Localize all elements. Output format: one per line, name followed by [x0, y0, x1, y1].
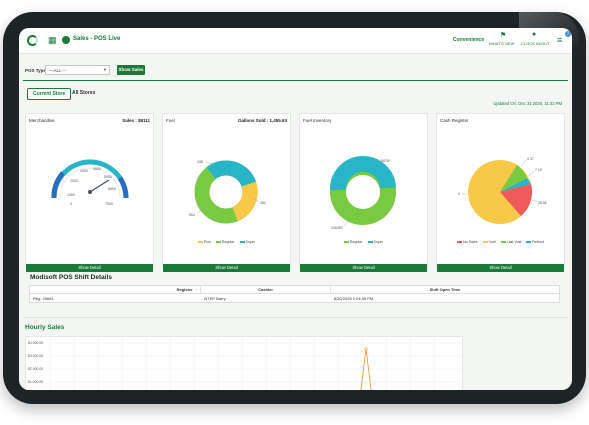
fuel-donut: 438 382 564: [189, 160, 266, 224]
top-bar: ▦ Sales - POS Live Convenience ⚑ WHAT'S …: [19, 28, 572, 54]
legend-item[interactable]: Regular: [343, 240, 363, 244]
table-row[interactable]: Reg. 25681 NTEP Barry 8/30/2025 2:04:35 …: [30, 294, 559, 302]
gauge-tick: 2000: [70, 179, 78, 183]
leader-line: [205, 161, 214, 165]
gauge-tick: 1000: [67, 193, 75, 197]
cell-open-time: 8/30/2025 2:04:35 PM: [333, 295, 374, 301]
fuel-inventory-donut: 16239 326284: [330, 156, 396, 230]
cash-register-legend: No Sales Void Last Void Refund: [437, 240, 564, 244]
cash-register-card: Cash Register 4.37 7.15 28.66 4 No Sales…: [436, 113, 565, 272]
column-label: Cashier: [258, 287, 273, 292]
divider: [23, 80, 568, 81]
merchandise-gauge: 1000 2000 3000 4000 5000 6000 7000 0: [51, 159, 129, 206]
cash-label: 4: [458, 192, 460, 196]
cell-register: Reg. 25681: [33, 295, 54, 301]
logo-ring-icon[interactable]: [27, 35, 38, 46]
app-screen: ▦ Sales - POS Live Convenience ⚑ WHAT'S …: [19, 28, 572, 390]
legend-item[interactable]: Void: [482, 240, 496, 244]
divider: [23, 317, 568, 318]
caret-down-icon[interactable]: ▼: [103, 67, 107, 72]
help-icon[interactable]: ?: [565, 31, 571, 37]
legend-item[interactable]: Refund: [526, 240, 544, 244]
column-label: Shift Open Time: [429, 287, 461, 292]
merchandise-sales: Sales : $8111: [122, 118, 150, 123]
clock-in-out-link[interactable]: CLOCK IN/OUT: [521, 41, 549, 46]
sort-icon[interactable]: ↑: [196, 288, 198, 292]
gauge-tick: 7000: [105, 202, 113, 206]
whats-new-icon[interactable]: ⚑: [500, 31, 506, 39]
merchandise-show-detail-button[interactable]: Show Detail: [26, 264, 153, 272]
legend-item[interactable]: No Sales: [457, 240, 478, 244]
cash-label: 28.66: [538, 201, 547, 205]
whats-new-link[interactable]: WHAT'S NEW: [489, 41, 514, 46]
fuel-legend: Plus Regular Super: [163, 240, 290, 244]
convenience-link[interactable]: Convenience: [453, 37, 484, 43]
legend-item[interactable]: Regular: [215, 240, 235, 244]
y-tick: $2,000.00: [28, 367, 44, 371]
gauge-tick: 0: [70, 202, 72, 206]
cash-label: 4.37: [527, 157, 534, 161]
inventory-label: 326284: [331, 226, 343, 230]
fuel-slice-plus: [225, 160, 257, 188]
y-tick: $3,000.00: [28, 354, 44, 358]
fuel-label: 382: [260, 201, 266, 205]
inventory-label: 16239: [380, 159, 390, 163]
fuel-label: 438: [197, 160, 203, 164]
merchandise-card: Merchandise Sales : $8111 1000 2000 3000…: [25, 113, 154, 272]
app-title[interactable]: Sales - POS Live: [73, 36, 120, 42]
leader-line: [520, 159, 527, 167]
fuel-inventory-show-detail-button[interactable]: Show Detail: [300, 264, 427, 272]
legend-item[interactable]: Plus: [197, 240, 211, 244]
column-header-cashier[interactable]: Cashier: [201, 286, 331, 293]
store-icon: [62, 36, 70, 44]
clock-icon[interactable]: ●: [532, 31, 536, 38]
leader-line: [528, 170, 535, 177]
card-title: Merchandise: [29, 118, 55, 123]
fuel-card: Fuel Gallons Sold : 1,455.63 438 382 564…: [162, 113, 291, 272]
tab-current-store[interactable]: Current Store: [27, 88, 72, 100]
y-tick: $1,000.00: [28, 380, 44, 384]
column-header-shift-open-time[interactable]: Shift Open Time: [331, 286, 559, 293]
gauge-tick: 5000: [104, 175, 112, 179]
menu-icon[interactable]: ≡: [557, 35, 562, 45]
gauge-tick: 3000: [80, 169, 88, 173]
fuel-label: 564: [189, 213, 195, 217]
shift-details-title: Modisoft POS Shift Details: [30, 274, 112, 281]
hourly-sales-title: Hourly Sales: [25, 324, 65, 331]
cell-cashier: NTEP Barry: [204, 295, 226, 301]
cash-register-pie: 4.37 7.15 28.66 4: [458, 157, 547, 224]
pos-type-value: ---ALL---: [49, 68, 66, 73]
shift-details-table: Register ↑ Cashier Shift Open Time Reg. …: [29, 285, 560, 303]
legend-item[interactable]: Super: [367, 240, 383, 244]
table-header-row: Register ↑ Cashier Shift Open Time: [30, 286, 559, 294]
hourly-sales-chart: $4,000.00 $3,000.00 $2,000.00 $1,000.00: [25, 336, 463, 390]
gauge-band-high: [117, 176, 129, 199]
fuel-slice-plus-b: [206, 160, 227, 180]
column-label: Register: [176, 287, 193, 292]
fuel-inventory-legend: Regular Super: [300, 240, 427, 244]
fuel-inventory-card: Fuel Inventory 16239 326284 Regular Supe…: [299, 113, 428, 272]
pos-type-select[interactable]: ---ALL---: [45, 65, 110, 75]
gauge-needle: [89, 179, 110, 193]
tab-all-stores[interactable]: All Stores: [67, 88, 100, 98]
y-tick: $4,000.00: [28, 341, 44, 345]
gauge-tick: 6000: [108, 187, 116, 191]
apps-grid-icon[interactable]: ▦: [48, 36, 57, 45]
hourly-grid: [49, 337, 462, 390]
gauge-hub: [88, 190, 92, 194]
cash-label: 7.15: [535, 168, 542, 172]
show-sales-button[interactable]: Show Sales: [117, 65, 145, 75]
inventory-slice-super: [330, 156, 396, 191]
pos-type-label: POS Type: [25, 68, 46, 73]
gauge-tick: 4000: [93, 167, 101, 171]
updated-timestamp: Updated On: Dec 31 2025, 11:33 PM: [493, 101, 562, 106]
legend-item[interactable]: Super: [239, 240, 255, 244]
hourly-sales-point[interactable]: [364, 347, 368, 351]
column-header-register[interactable]: Register ↑: [30, 286, 202, 293]
cash-register-show-detail-button[interactable]: Show Detail: [437, 264, 564, 272]
legend-item[interactable]: Last Void: [500, 240, 521, 244]
fuel-slice-super: [231, 181, 258, 221]
fuel-show-detail-button[interactable]: Show Detail: [163, 264, 290, 272]
